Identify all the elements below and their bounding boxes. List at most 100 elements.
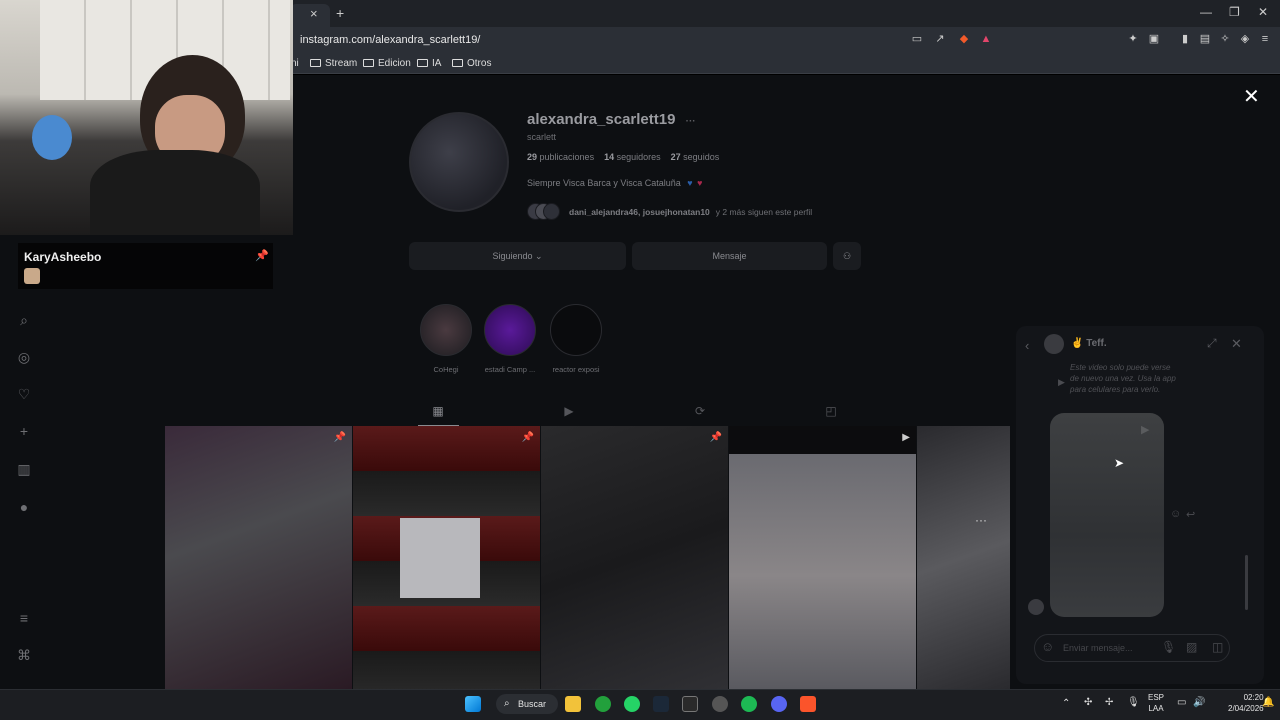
post-tile[interactable]: ▶ — [729, 426, 916, 689]
expand-icon[interactable]: ⤢ — [1207, 336, 1217, 351]
image-icon[interactable]: ▨ — [1186, 640, 1197, 654]
xbox-icon[interactable] — [595, 696, 611, 712]
bookmark-stream[interactable]: Stream — [310, 56, 357, 70]
post-tile[interactable]: ··· — [917, 426, 1010, 689]
tagged-icon[interactable]: ◰ — [824, 404, 838, 418]
highlight-label: reactor exposi — [552, 365, 600, 374]
more-icon[interactable]: ··· — [975, 513, 987, 527]
followed-by[interactable]: dani_alejandra46, josuejhonatan10 y 2 má… — [527, 203, 812, 220]
back-chevron-icon[interactable]: ‹ — [1025, 338, 1029, 353]
vpn-icon[interactable]: ◈ — [1239, 33, 1251, 45]
chat-message: Este video solo puede verse de nuevo una… — [1070, 363, 1176, 394]
emoji-icon[interactable]: ☺ — [1041, 639, 1054, 654]
highlight-cohegi[interactable] — [420, 304, 472, 356]
profile-avatar[interactable] — [409, 112, 509, 212]
profile-stats: 29 publicaciones 14 seguidores 27 seguid… — [527, 152, 719, 162]
message-button[interactable]: Mensaje — [632, 242, 827, 270]
more-menu-icon[interactable]: ≡ — [16, 610, 32, 626]
scrollbar[interactable] — [1245, 555, 1248, 610]
pin-icon: 📌 — [333, 432, 346, 443]
windows-start-icon[interactable] — [465, 696, 481, 712]
overlay-close-icon[interactable]: ✕ — [1243, 84, 1260, 109]
highlight-estadi[interactable] — [484, 304, 536, 356]
followers-stat[interactable]: 14 seguidores — [604, 152, 661, 162]
grid-icon[interactable]: ▦ — [431, 404, 445, 418]
profile-bio: Siempre Visca Barca y Visca Cataluña ♥ ♥ — [527, 178, 703, 188]
file-explorer-icon[interactable] — [565, 696, 581, 712]
bookmark-ia[interactable]: IA — [417, 56, 441, 70]
more-options-icon[interactable]: ··· — [686, 116, 696, 127]
tray-chevron-icon[interactable]: ⌃ — [1062, 698, 1070, 709]
cast-icon[interactable]: ▭ — [911, 33, 923, 45]
url-field[interactable]: instagram.com/alexandra_scarlett19/ — [300, 31, 1000, 49]
following-button[interactable]: Siguiendo ⌄ — [409, 242, 626, 270]
explore-icon[interactable]: ◎ — [16, 349, 32, 365]
post-tile[interactable]: 📌 — [541, 426, 728, 689]
leo-ai-icon[interactable]: ✧ — [1219, 33, 1231, 45]
obs-icon[interactable] — [712, 696, 728, 712]
sticker-icon[interactable]: ◫ — [1212, 640, 1223, 654]
emote-icon — [24, 268, 40, 284]
taskbar-search[interactable]: ⌕ Buscar — [496, 694, 558, 714]
post-tile[interactable]: 📌 — [165, 426, 352, 689]
suggest-people-icon[interactable]: ⚇ — [833, 242, 861, 270]
menu-icon[interactable]: ≡ — [1259, 33, 1271, 45]
microphone-icon[interactable]: 🎙 — [1161, 640, 1176, 654]
epic-games-icon[interactable] — [682, 696, 698, 712]
tray-app-icon[interactable]: ✢ — [1105, 697, 1113, 708]
brave-icon[interactable] — [800, 696, 816, 712]
profile-avatar-icon[interactable]: ● — [16, 499, 32, 515]
avatar — [543, 203, 560, 220]
notifications-heart-icon[interactable]: ♡ — [16, 386, 32, 402]
search-icon[interactable]: ⌕ — [16, 312, 32, 328]
extensions-icon[interactable]: ✦ — [1127, 33, 1139, 45]
react-emoji-icon[interactable]: ☺ — [1170, 508, 1181, 520]
person-shirt — [90, 150, 260, 235]
search-icon: ⌕ — [504, 698, 510, 709]
reply-icon[interactable]: ↩ — [1186, 508, 1195, 521]
reposts-icon[interactable]: ⟳ — [693, 404, 707, 418]
language-indicator[interactable]: ESP LAA — [1148, 692, 1164, 714]
avatar — [1044, 334, 1064, 354]
whatsapp-icon[interactable] — [624, 696, 640, 712]
brave-rewards-icon[interactable]: ▲ — [980, 33, 992, 45]
spotify-icon[interactable] — [741, 696, 757, 712]
following-stat[interactable]: 27 seguidos — [671, 152, 720, 162]
dashboard-icon[interactable]: ▥ — [16, 461, 32, 477]
create-plus-icon[interactable]: + — [16, 423, 32, 439]
tray-app-icon[interactable]: ✣ — [1084, 697, 1092, 708]
view-once-video[interactable]: ▶ — [1050, 413, 1164, 617]
tab-manager-icon[interactable]: ▣ — [1148, 33, 1160, 45]
chevron-down-icon: ⌄ — [535, 251, 543, 261]
sidebar-icon[interactable]: ▮ — [1179, 33, 1191, 45]
notifications-bell-icon[interactable]: 🔔 — [1262, 697, 1274, 708]
network-icon[interactable]: ▭ — [1177, 697, 1186, 708]
folder-icon — [363, 59, 374, 67]
share-icon[interactable]: ↗ — [934, 33, 946, 45]
folder-icon — [417, 59, 428, 67]
reels-icon[interactable]: ▶ — [562, 404, 576, 418]
follower-avatars — [527, 203, 560, 220]
video-icon: ▶ — [902, 432, 910, 443]
bookmark-otros[interactable]: Otros — [452, 56, 491, 70]
profile-username: alexandra_scarlett19 ··· — [527, 111, 696, 128]
volume-icon[interactable]: 🔊 — [1193, 697, 1205, 708]
new-tab-button[interactable]: + — [336, 5, 344, 21]
tab-close-icon[interactable]: × — [310, 6, 318, 21]
close-window-button[interactable]: ✕ — [1258, 5, 1268, 19]
post-tile[interactable]: 📌 — [353, 426, 540, 689]
bookmark-edicion[interactable]: Edicion — [363, 56, 411, 70]
play-icon: ▶ — [1058, 377, 1065, 387]
discord-icon[interactable] — [771, 696, 787, 712]
taskbar-clock[interactable]: 02:20 2/04/2026 — [1228, 692, 1264, 714]
brave-shield-icon[interactable]: ◆ — [958, 33, 970, 45]
pin-icon: 📌 — [255, 250, 269, 262]
microphone-icon[interactable]: 🎙 — [1127, 697, 1140, 708]
minimize-button[interactable]: — — [1200, 5, 1212, 19]
steam-icon[interactable] — [653, 696, 669, 712]
apps-icon[interactable]: ⌘ — [16, 647, 32, 663]
wallet-icon[interactable]: ▤ — [1199, 33, 1211, 45]
close-chat-icon[interactable]: ✕ — [1231, 336, 1242, 352]
highlight-reactor[interactable] — [550, 304, 602, 356]
maximize-button[interactable]: ❐ — [1229, 5, 1240, 19]
